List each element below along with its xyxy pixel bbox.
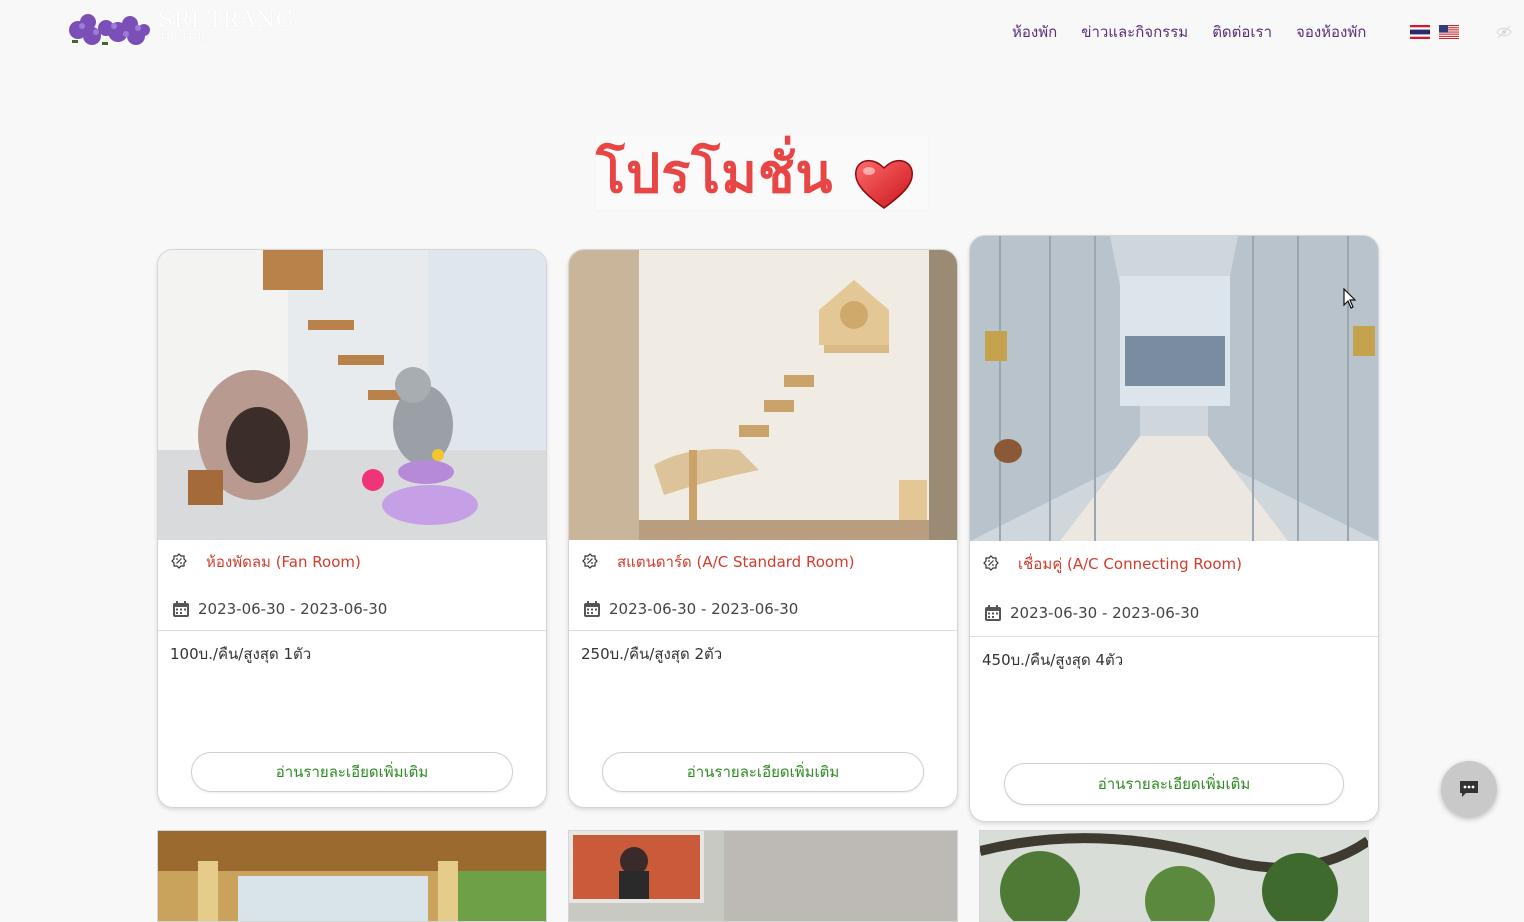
room-name: เชื่อมคู่ (A/C Connecting Room) [1018,555,1242,573]
main-nav: ห้องพัก ข่าวและกิจกรรม ติดต่อเรา จองห้อง… [1012,20,1390,44]
flower-logo-icon [69,14,150,45]
chat-icon [1460,781,1478,797]
price-info: 250บ./คืน/สูงสุด 2ตัว [581,645,723,663]
discount-badge-icon [983,555,999,571]
logo-sub: HOTEL [160,31,206,45]
promo-card-photo [568,830,958,922]
eye-off-icon[interactable] [1496,24,1512,40]
price-info: 100บ./คืน/สูงสุด 1ตัว [170,645,312,663]
promo-card-photo [979,830,1369,922]
heart-icon [854,160,914,209]
read-more-button[interactable]: อ่านรายละเอียดเพิ่มเติม [1004,763,1344,805]
mouse-cursor-icon [1343,288,1357,309]
room-name: สแตนดาร์ด (A/C Standard Room) [617,553,855,571]
discount-badge-icon [582,553,598,569]
promo-date: 2023-06-30 - 2023-06-30 [198,600,388,618]
calendar-icon [173,601,189,617]
price-info: 450บ./คืน/สูงสุด 4ตัว [982,651,1124,669]
promo-date: 2023-06-30 - 2023-06-30 [1010,604,1200,622]
room-photo [970,236,1378,541]
promo-date: 2023-06-30 - 2023-06-30 [609,600,799,618]
promo-card-photo [157,830,547,922]
logo-name: SRI TRANG [158,8,294,33]
calendar-icon [985,605,1001,621]
nav-news[interactable]: ข่าวและกิจกรรม [1081,20,1188,44]
room-name: ห้องพัดลม (Fan Room) [206,553,361,571]
us-flag-icon[interactable] [1439,25,1459,39]
divider [569,630,957,631]
discount-badge-icon [171,553,187,569]
language-switcher [1410,25,1459,39]
calendar-icon [584,601,600,617]
room-photo [158,250,546,540]
promo-card: สแตนดาร์ด (A/C Standard Room) 2023-06-30… [568,249,958,808]
read-more-button[interactable]: อ่านรายละเอียดเพิ่มเติม [602,752,924,792]
read-more-button[interactable]: อ่านรายละเอียดเพิ่มเติม [191,752,513,792]
nav-contact[interactable]: ติดต่อเรา [1212,20,1272,44]
divider [970,636,1378,637]
page-title: โปรโมชั่น [596,142,834,205]
hotel-logo[interactable]: SRI TRANG HOTEL [66,6,296,52]
promo-card: เชื่อมคู่ (A/C Connecting Room) 2023-06-… [969,235,1379,822]
nav-rooms[interactable]: ห้องพัก [1012,20,1057,44]
room-photo [569,250,957,540]
thai-flag-icon[interactable] [1410,25,1430,39]
nav-booking[interactable]: จองห้องพัก [1296,20,1366,44]
promotion-heading: โปรโมชั่น [596,136,928,210]
divider [158,630,546,631]
chat-button[interactable] [1441,761,1497,817]
promo-card: ห้องพัดลม (Fan Room) 2023-06-30 - 2023-0… [157,249,547,808]
